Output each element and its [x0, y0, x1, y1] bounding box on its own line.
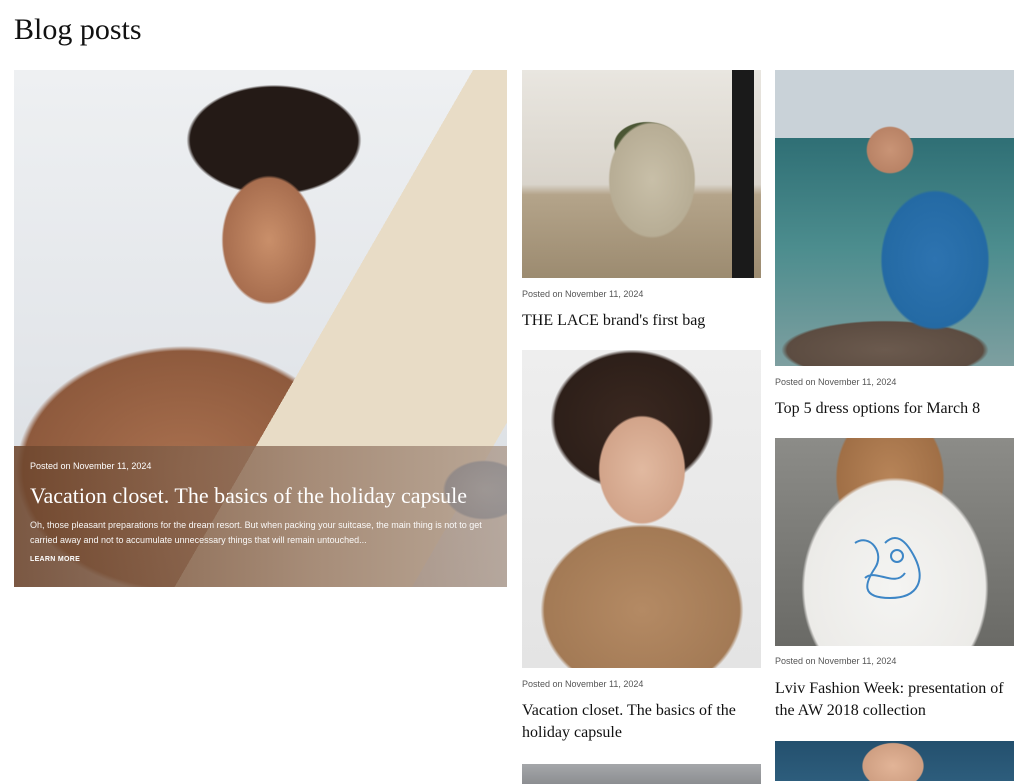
- post-title[interactable]: Top 5 dress options for March 8: [775, 398, 1015, 420]
- featured-post-date: Posted on November 11, 2024: [30, 461, 152, 471]
- post-image-vacation-closet[interactable]: [522, 350, 761, 668]
- post-title[interactable]: Vacation closet. The basics of the holid…: [522, 700, 762, 744]
- featured-post-overlay: Posted on November 11, 2024 Vacation clo…: [14, 446, 507, 587]
- shirt-print-icon: [854, 537, 921, 600]
- post-date: Posted on November 11, 2024: [775, 656, 897, 666]
- post-date: Posted on November 11, 2024: [775, 377, 897, 387]
- page-title: Blog posts: [14, 13, 142, 46]
- featured-post-title[interactable]: Vacation closet. The basics of the holid…: [30, 482, 491, 510]
- post-image-next[interactable]: [775, 741, 1014, 781]
- post-image-next[interactable]: [522, 764, 761, 784]
- post-image-lace-bag[interactable]: [522, 70, 761, 278]
- post-image-dress-options[interactable]: [775, 70, 1014, 366]
- post-image-fashion-week[interactable]: [775, 438, 1014, 646]
- learn-more-link[interactable]: LEARN MORE: [30, 556, 491, 563]
- post-title[interactable]: Lviv Fashion Week: presentation of the A…: [775, 678, 1015, 722]
- featured-post-excerpt: Oh, those pleasant preparations for the …: [30, 520, 482, 545]
- featured-post-card[interactable]: Posted on November 11, 2024 Vacation clo…: [14, 70, 507, 587]
- post-date: Posted on November 11, 2024: [522, 679, 644, 689]
- post-date: Posted on November 11, 2024: [522, 289, 644, 299]
- post-title[interactable]: THE LACE brand's first bag: [522, 310, 762, 332]
